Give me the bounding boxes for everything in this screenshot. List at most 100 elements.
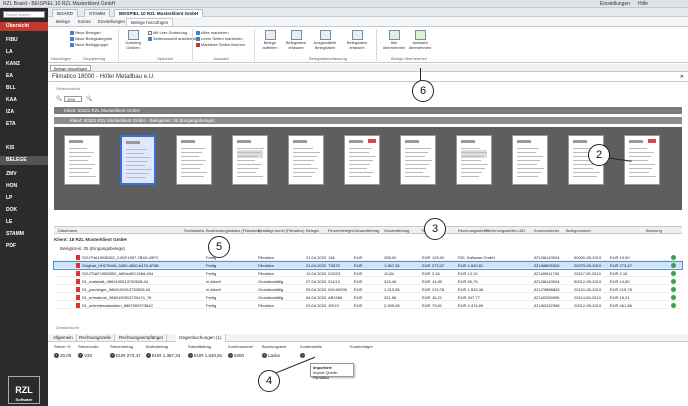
document-thumbnail[interactable]: [288, 135, 324, 185]
sidebar-item--bersicht[interactable]: Übersicht: [0, 22, 48, 31]
info-icon[interactable]: i: [300, 353, 305, 359]
detail-value[interactable]: i EUR 1.640,81: [188, 353, 222, 359]
document-thumbnail[interactable]: [120, 135, 156, 185]
tab-invoice-line[interactable]: Rechnungszeile: [76, 334, 116, 342]
column-header[interactable]: Rechnungssteller: [458, 228, 489, 233]
tab-stamm[interactable]: STAMM: [84, 9, 110, 17]
info-icon[interactable]: i: [110, 353, 115, 359]
ribbon-tab-einstellungen[interactable]: Einstellungen: [94, 18, 129, 26]
ribbon-tab-belege-hinzufuegen[interactable]: Belege hinzufügen: [126, 18, 174, 26]
doc-circle-group-bar[interactable]: Klient: 50321 RZL Musterklient GmbH - Be…: [54, 117, 682, 124]
sidebar-item-fibu[interactable]: FIBU: [0, 36, 48, 45]
document-thumbnail[interactable]: [456, 135, 492, 185]
sidebar-search-input[interactable]: Suche starten: [3, 11, 45, 18]
column-header[interactable]: Belegnummer: [566, 228, 591, 233]
detail-value[interactable]: i EUR 273,47: [110, 353, 141, 359]
sidebar-item-zmv[interactable]: ZMV: [0, 170, 48, 179]
sidebar-item-hon[interactable]: HON: [0, 182, 48, 191]
table-row[interactable]: S2U7HA10KB6D2_C4DF4957-7B4D-49FC Fertig Fi…: [54, 254, 682, 261]
info-icon[interactable]: i: [188, 353, 193, 359]
column-header[interactable]: Gesamtbetrag: [354, 228, 379, 233]
sidebar-item-eta[interactable]: ETA: [0, 120, 48, 129]
detail-value[interactable]: i 5300: [228, 353, 244, 359]
ribbon-tab-extras[interactable]: Extras: [74, 18, 95, 26]
column-header[interactable]: Belegd.: [306, 228, 320, 233]
tab-invoice-recipient[interactable]: Rechnungsempfänger: [116, 334, 168, 342]
info-icon[interactable]: i: [78, 353, 83, 359]
tab-board[interactable]: BOARD: [52, 9, 79, 17]
info-icon[interactable]: i: [262, 353, 267, 359]
document-thumbnail[interactable]: [400, 135, 436, 185]
detail-value[interactable]: i Lacke: [262, 353, 280, 359]
column-header[interactable]: Dateiname: [58, 228, 77, 233]
info-icon[interactable]: i: [54, 353, 59, 359]
close-icon[interactable]: ✕: [680, 74, 684, 80]
apply-all-button[interactable]: Alle übernehmen: [382, 30, 406, 50]
capture-docdata-button-2[interactable]: Belegdaten erfassen: [342, 30, 372, 50]
zoom-in-icon[interactable]: 🔍: [86, 96, 92, 102]
detail-value[interactable]: i: [300, 353, 306, 359]
column-header[interactable]: Gesamtbetrag: [384, 228, 409, 233]
column-header[interactable]: Firmenbelegnr.: [328, 228, 355, 233]
apply-selection-button[interactable]: Auswahl übernehmen: [408, 30, 432, 50]
sidebar-item-kis[interactable]: KIS: [0, 144, 48, 153]
column-header[interactable]: Bearbeitungsstatus (Filmatico): [206, 228, 260, 233]
sidebar-item-stamm[interactable]: STAMM: [0, 230, 48, 239]
zoom-out-icon[interactable]: 🔍: [56, 96, 62, 102]
sidebar-item-dok[interactable]: DOK: [0, 206, 48, 215]
table-row[interactable]: S1_pachinger_9860190513730528-04 In Arbei…: [54, 286, 682, 293]
sidebar-item-la[interactable]: LA: [0, 48, 48, 57]
split-documents-button[interactable]: Belege aufteilen: [258, 30, 282, 50]
table-group-circle[interactable]: Belegkreis: 05 (Eingangsbelege): [60, 246, 125, 251]
sidebar-item-belege[interactable]: BELEGE: [0, 156, 48, 165]
empty-sort-toggle[interactable]: Mit Leer-Sortierung: [148, 30, 187, 35]
sidebar-item-lp[interactable]: LP: [0, 194, 48, 203]
settings-link[interactable]: Einstellungen: [600, 1, 630, 7]
info-icon[interactable]: i: [146, 353, 151, 359]
client-group-bar[interactable]: Klient: 50321 RZL Musterklient GmbH: [54, 107, 682, 114]
tab-counter-bookings[interactable]: Gegenbuchungen (1): [176, 334, 226, 342]
document-thumbnail[interactable]: [232, 135, 268, 185]
zoom-select[interactable]: 10%: [64, 96, 82, 102]
column-header[interactable]: Schlüsselw.: [184, 228, 205, 233]
detail-value[interactable]: i EUR 1.367,34: [146, 353, 180, 359]
new-doctype-button[interactable]: Neue Belegart: [70, 30, 101, 35]
table-group-client[interactable]: Klient: 18 RZL Musterklient GmbH: [54, 237, 127, 242]
table-row[interactable]: S1_entnahme_9860190513730474_76 Fertig Gru…: [54, 294, 682, 301]
detail-value[interactable]: i V20: [78, 353, 92, 359]
detail-value[interactable]: i 20,00: [54, 353, 71, 359]
delete-marked-pages-button[interactable]: Markierte Seiten löschen: [196, 42, 245, 47]
add-documents-button[interactable]: Belege hinzufügen: [50, 65, 92, 71]
column-header[interactable]: Bestätigt durch (Filmatico): [258, 228, 304, 233]
table-row[interactable]: S1_schreibmaterialien_986700937364C Ferti…: [54, 302, 682, 309]
ribbon-tab-belege[interactable]: Belege: [52, 18, 74, 26]
new-category-button[interactable]: Neue Belegkategorie: [70, 36, 112, 41]
sidebar-item-pdf[interactable]: PDF: [0, 242, 48, 251]
tab-general[interactable]: Allgemein: [50, 334, 77, 342]
document-thumbnail[interactable]: [512, 135, 548, 185]
capture-docdata-button[interactable]: Belegdaten erfassen: [284, 30, 308, 50]
sidebar-item-kanz[interactable]: KANZ: [0, 60, 48, 69]
table-row[interactable]: S2U7SAF10B20B2_A8f4ed5C196d-40d Fertig Fil…: [54, 270, 682, 277]
sidebar-item-kaa[interactable]: KAA: [0, 96, 48, 105]
document-thumbnail[interactable]: [176, 135, 212, 185]
sidebar-item-bll[interactable]: BLL: [0, 84, 48, 93]
column-header[interactable]: Rechnungssteller-UID: [486, 228, 525, 233]
help-link[interactable]: Hilfe: [638, 1, 648, 7]
sort-prereceipt-button[interactable]: Vorbeleg Ordnen: [122, 30, 144, 50]
table-row[interactable]: S1_materialt_9860190513730528-04 In Arbei…: [54, 278, 682, 285]
select-all-button[interactable]: Alles markieren: [196, 30, 229, 35]
sidebar-item-iza[interactable]: IZA: [0, 108, 48, 117]
info-icon[interactable]: i: [228, 353, 233, 359]
sidebar-item-ea[interactable]: EA: [0, 72, 48, 81]
document-thumbnail[interactable]: [344, 135, 380, 185]
column-header[interactable]: Buchung: [646, 228, 662, 233]
selected-docdata-button[interactable]: Ausgewählte Belegdaten: [310, 30, 340, 50]
tab-client[interactable]: BEISPIEL 10 RZL Musterklient GmbH: [114, 9, 204, 17]
new-group-button[interactable]: Neue Beleggruppe: [70, 42, 108, 47]
column-header[interactable]: Kontonummer: [534, 228, 559, 233]
mark-empty-pages-button[interactable]: Leere Seiten markieren: [196, 36, 243, 41]
document-thumbnail[interactable]: [64, 135, 100, 185]
sidebar-item-le[interactable]: LE: [0, 218, 48, 227]
table-row[interactable]: Original_UH27649L-3459-4800-b476-4F6B Fer…: [53, 261, 683, 270]
